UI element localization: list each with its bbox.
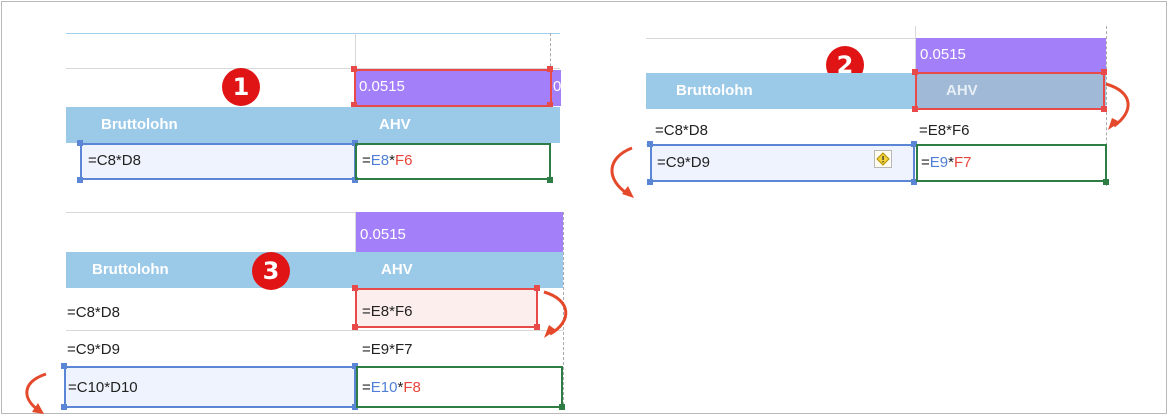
formula-row2-bruttolohn: =C9*D9 — [657, 154, 710, 171]
header-ahv: AHV — [946, 82, 978, 99]
header-row: Bruttolohn AHV — [66, 252, 563, 288]
fill-down-arrow-icon — [1105, 82, 1130, 130]
formula-row2-ahv: =E9*F7 — [921, 154, 972, 171]
fill-down-arrow-icon — [25, 372, 47, 414]
rate-cell[interactable]: 0.0515 — [916, 38, 1106, 73]
step-3-badge: 3 — [252, 252, 290, 290]
formula-row3-bruttolohn: =C10*D10 — [68, 379, 138, 396]
rate-value: 0.0515 — [920, 46, 966, 63]
ahv-header-selection[interactable] — [915, 72, 1105, 110]
fill-down-arrow-icon — [543, 290, 568, 338]
formula-row2-ahv[interactable]: =E9*F7 — [362, 332, 412, 368]
warning-diamond-icon[interactable] — [874, 150, 892, 168]
rate-cell[interactable]: 0.0515 — [356, 212, 563, 252]
formula-row1-bruttolohn[interactable]: =C8*D8 — [67, 295, 120, 331]
header-bruttolohn: Bruttolohn — [92, 261, 169, 278]
formula-row2-bruttolohn[interactable]: =C9*D9 — [67, 332, 120, 368]
header-ahv: AHV — [381, 261, 413, 278]
rate-value: 0.0515 — [360, 226, 406, 243]
formula-row3-ahv: =E10*F8 — [362, 379, 421, 396]
step-3-panel: 0.0515 Bruttolohn AHV 3 =C8*D8 =E8*F6 =C… — [0, 0, 620, 416]
header-bruttolohn: Bruttolohn — [676, 82, 753, 99]
formula-row1-ahv: =E8*F6 — [362, 303, 413, 320]
